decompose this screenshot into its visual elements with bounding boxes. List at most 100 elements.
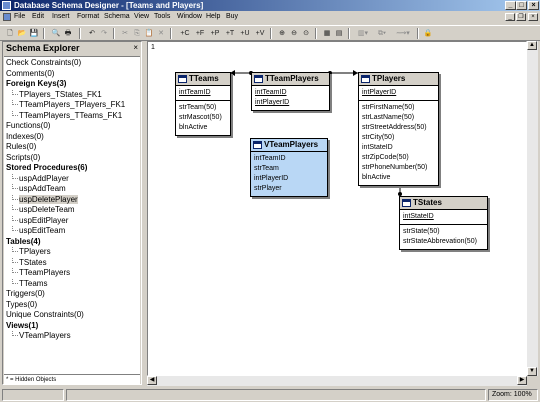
new-icon[interactable]: 🗋	[5, 28, 15, 39]
tree-category[interactable]: Rules(0)	[6, 142, 36, 152]
tree-category[interactable]: Stored Procedures(6)	[6, 163, 87, 173]
menu-insert[interactable]: Insert	[52, 11, 70, 23]
tree-item[interactable]: uspEditTeam	[12, 226, 65, 236]
tree-item[interactable]: TPlayers_TStates_FK1	[12, 89, 102, 100]
tree-category[interactable]: Check Constraints(0)	[6, 58, 81, 68]
tree-item-label: TTeamPlayers_TTeams_FK1	[19, 110, 123, 120]
menu-tools[interactable]: Tools	[154, 11, 170, 23]
menu-file[interactable]: File	[14, 11, 25, 23]
horizontal-scrollbar[interactable]: ◀ ▶	[147, 376, 527, 386]
zoom-out-icon[interactable]: ⊖	[289, 28, 299, 39]
status-cell	[66, 389, 486, 401]
tree-item[interactable]: uspAddPlayer	[12, 173, 69, 184]
menu-edit[interactable]: Edit	[32, 11, 44, 23]
tree-item[interactable]: TTeams	[12, 278, 47, 289]
scroll-up-icon[interactable]: ▲	[527, 41, 537, 50]
copy-icon[interactable]: ⎘	[132, 28, 142, 39]
toolbar-separator	[315, 28, 317, 39]
menu-window[interactable]: Window	[177, 11, 202, 23]
child-close-button[interactable]: ×	[528, 13, 538, 21]
tree-category[interactable]: Indexes(0)	[6, 132, 44, 142]
tree-item-label: uspAddPlayer	[19, 173, 69, 183]
table-tteams[interactable]: TTeams intTeamID strTeam(50) strMascot(5…	[175, 72, 231, 136]
field-blnactive: blnActive	[362, 174, 391, 181]
grid-icon[interactable]: ▥▾	[355, 28, 371, 39]
tree-item[interactable]: TTeamPlayers	[12, 268, 70, 278]
link-style-icon[interactable]: ⟿▾	[393, 28, 413, 39]
scroll-left-icon[interactable]: ◀	[147, 376, 157, 385]
field-strzipcode: strZipCode(50)	[362, 154, 409, 161]
schema-tree: Check Constraints(0) Comments(0) Foreign K…	[4, 56, 140, 374]
child-restore-button[interactable]: ❐	[516, 13, 526, 21]
minimize-button[interactable]: _	[505, 1, 516, 10]
app-icon	[2, 1, 11, 10]
tree-category[interactable]: Types(0)	[6, 300, 37, 310]
tree-category[interactable]: Views(1)	[6, 321, 38, 331]
zoom-fit-icon[interactable]: ⊙	[301, 28, 311, 39]
child-minimize-button[interactable]: _	[505, 13, 515, 21]
print-preview-icon[interactable]: 🔍	[51, 28, 61, 39]
tree-item[interactable]: uspEditPlayer	[12, 215, 68, 226]
tree-category[interactable]: Functions(0)	[6, 121, 50, 131]
view-vteamplayers[interactable]: VTeamPlayers intTeamID strTeam intPlayer…	[250, 138, 328, 197]
zoom-in-icon[interactable]: ⊕	[277, 28, 287, 39]
add-view-icon[interactable]: +V	[253, 28, 267, 39]
tree-item[interactable]: uspDeletePlayer	[12, 194, 78, 205]
maximize-button[interactable]: □	[516, 1, 527, 10]
add-foreign-key-icon[interactable]: +F	[193, 28, 207, 39]
tree-item[interactable]: TTeamPlayers_TTeams_FK1	[12, 110, 123, 121]
paste-icon[interactable]: 📋	[144, 28, 154, 39]
tree-item[interactable]: TStates	[12, 257, 47, 268]
tree-item[interactable]: uspAddTeam	[12, 184, 66, 194]
scroll-right-icon[interactable]: ▶	[517, 376, 527, 385]
tree-item[interactable]: TPlayers	[12, 247, 51, 257]
close-button[interactable]: ×	[528, 1, 539, 10]
menu-buy[interactable]: Buy	[226, 11, 238, 23]
redo-icon[interactable]: ↷	[99, 28, 109, 39]
add-table-icon[interactable]: +T	[223, 28, 237, 39]
menu-schema[interactable]: Schema	[104, 11, 130, 23]
document-icon[interactable]	[3, 13, 11, 21]
tree-item[interactable]: VTeamPlayers	[12, 331, 71, 341]
field-intplayerid: intPlayerID	[362, 89, 397, 96]
cut-icon[interactable]: ✂	[120, 28, 130, 39]
tree-item[interactable]: TTeamPlayers_TPlayers_FK1	[12, 100, 125, 110]
tree-item[interactable]: uspDeleteTeam	[12, 205, 75, 215]
delete-icon[interactable]: ✕	[156, 28, 166, 39]
tree-item-label: Foreign Keys(3)	[6, 79, 67, 88]
vertical-scrollbar[interactable]: ▲ ▼	[527, 41, 538, 376]
layout-icon[interactable]: ▦	[322, 28, 332, 39]
lock-icon[interactable]: 🔒	[423, 28, 433, 39]
diagram-canvas[interactable]: 1 TTeams intTeamID strTeam(50) strMascot…	[147, 41, 527, 376]
fields: intTeamID strTeam intPlayerID strPlayer	[251, 152, 327, 196]
menu-help[interactable]: Help	[206, 11, 220, 23]
open-icon[interactable]: 📂	[17, 28, 27, 39]
tree-category[interactable]: Tables(4)	[6, 237, 41, 247]
hidden-objects-legend: * = Hidden Objects	[4, 374, 140, 384]
tree-category[interactable]: Foreign Keys(3)	[6, 79, 66, 89]
close-icon[interactable]: ×	[133, 44, 138, 52]
table-tstates[interactable]: TStates intStateID strState(50) strState…	[399, 196, 488, 250]
field-blnactive: blnActive	[179, 124, 208, 131]
tree-branch-line	[12, 226, 18, 231]
undo-icon[interactable]: ↶	[87, 28, 97, 39]
menu-view[interactable]: View	[134, 11, 149, 23]
tree-category[interactable]: Triggers(0)	[6, 289, 45, 299]
add-constraint-icon[interactable]: +C	[178, 28, 192, 39]
field-intplayerid: intPlayerID	[255, 99, 290, 106]
table-tteamplayers[interactable]: TTeamPlayers intTeamID intPlayerID	[251, 72, 330, 111]
add-procedure-icon[interactable]: +P	[208, 28, 222, 39]
scroll-down-icon[interactable]: ▼	[527, 367, 537, 376]
arrange-icon[interactable]: ⧉▾	[374, 28, 390, 39]
tree-category[interactable]: Unique Constraints(0)	[6, 310, 84, 320]
save-icon[interactable]: 💾	[29, 28, 39, 39]
menu-format[interactable]: Format	[77, 11, 99, 23]
add-unique-icon[interactable]: +U	[238, 28, 252, 39]
table-tplayers[interactable]: TPlayers intPlayerID strFirstName(50) st…	[358, 72, 439, 186]
print-icon[interactable]: 🖶	[63, 28, 73, 39]
tree-item-label: Comments(0)	[6, 68, 55, 78]
schema-explorer: Schema Explorer × Check Constraints(0) Co…	[2, 41, 142, 385]
tree-category[interactable]: Comments(0)	[6, 69, 54, 79]
tree-category[interactable]: Scripts(0)	[6, 153, 40, 163]
align-icon[interactable]: ▤	[334, 28, 344, 39]
